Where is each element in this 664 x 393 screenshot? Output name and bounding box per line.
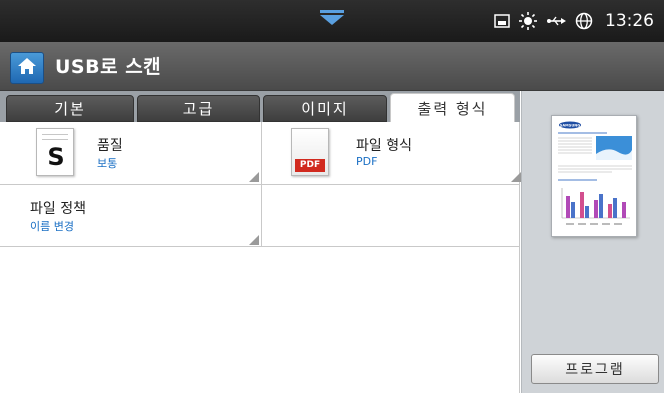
quality-value: 보통 <box>97 157 118 170</box>
file-policy-option[interactable]: 파일 정책 이름 변경 <box>0 185 261 247</box>
memory-card-icon <box>494 14 510 28</box>
clock-time: 13:26 <box>605 11 654 31</box>
preview-panel: SAMSUNG 프로그램 <box>521 91 664 393</box>
page-title: USB로 스캔 <box>55 56 162 78</box>
preview-page-thumbnail[interactable]: SAMSUNG <box>551 115 637 237</box>
header-bar: USB로 스캔 <box>0 42 664 91</box>
file-policy-value: 이름 변경 <box>30 220 74 233</box>
status-icons: 13:26 <box>494 0 654 42</box>
toner-status-icon <box>519 12 537 30</box>
tab-advanced[interactable]: 고급 <box>137 95 260 122</box>
quality-option[interactable]: S 품질 보통 <box>0 122 261 184</box>
network-globe-icon <box>575 12 593 30</box>
file-format-label: 파일 형식 <box>356 138 412 154</box>
file-format-option[interactable]: PDF 파일 형식 PDF <box>262 122 523 184</box>
status-bar: 13:26 <box>0 0 664 42</box>
corner-indicator-icon <box>511 172 521 182</box>
tab-output-format[interactable]: 출력 형식 <box>390 93 515 122</box>
program-button[interactable]: 프로그램 <box>531 354 659 384</box>
brand-logo-text: SAMSUNG <box>560 124 580 128</box>
usb-icon <box>546 15 566 27</box>
pdf-file-icon: PDF <box>291 128 329 176</box>
quality-label: 품질 <box>97 138 123 154</box>
document-quality-icon: S <box>36 128 74 176</box>
home-button[interactable] <box>10 52 44 84</box>
empty-option-slot <box>262 185 523 247</box>
tab-basic[interactable]: 기본 <box>6 95 134 122</box>
tab-strip: 기본 고급 이미지 출력 형식 <box>0 91 520 122</box>
tab-image[interactable]: 이미지 <box>263 95 387 122</box>
file-format-value: PDF <box>356 155 378 168</box>
file-policy-label: 파일 정책 <box>30 201 86 217</box>
corner-indicator-icon <box>249 235 259 245</box>
pull-down-icon[interactable] <box>318 10 346 26</box>
corner-indicator-icon <box>249 172 259 182</box>
home-icon <box>17 57 37 79</box>
options-panel: S 품질 보통 PDF 파일 형식 PDF 파일 정책 이름 변경 <box>0 122 523 393</box>
